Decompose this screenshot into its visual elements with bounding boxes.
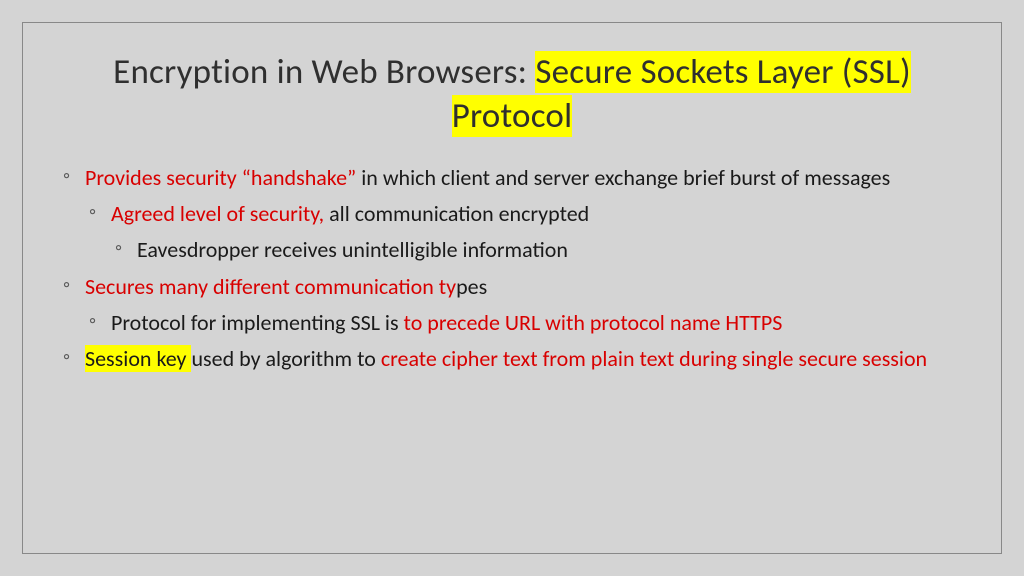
body-text: Protocol for implementing SSL is: [111, 309, 404, 336]
slide-title: Encryption in Web Browsers: Secure Socke…: [63, 51, 961, 139]
list-item: Eavesdropper receives unintelligible inf…: [115, 235, 961, 265]
slide-frame: Encryption in Web Browsers: Secure Socke…: [22, 22, 1002, 554]
emphasis-text: Provides security “handshake”: [85, 164, 361, 191]
slide-content: Encryption in Web Browsers: Secure Socke…: [23, 23, 1001, 401]
list-item: Session key used by algorithm to create …: [63, 344, 961, 374]
list-item: Protocol for implementing SSL is to prec…: [89, 308, 961, 338]
emphasis-text: create cipher text from plain text durin…: [381, 345, 927, 372]
emphasis-text: Secures many different communication ty: [85, 273, 456, 300]
emphasis-text: to precede URL with protocol name HTTPS: [404, 309, 783, 336]
body-text: all communication encrypted: [329, 200, 589, 227]
list-item: Secures many different communication typ…: [63, 272, 961, 302]
emphasis-text: Agreed level of security,: [111, 200, 329, 227]
list-item: Agreed level of security, all communicat…: [89, 199, 961, 229]
body-text: used by algorithm to: [191, 345, 380, 372]
body-text: Eavesdropper receives unintelligible inf…: [137, 236, 568, 263]
highlight-text: Session key: [85, 345, 191, 372]
body-text: pes: [456, 273, 487, 300]
list-item: Provides security “handshake” in which c…: [63, 163, 961, 193]
title-plain: Encryption in Web Browsers:: [113, 51, 535, 93]
body-text: in which client and server exchange brie…: [361, 164, 890, 191]
bullet-list: Provides security “handshake” in which c…: [63, 163, 961, 375]
